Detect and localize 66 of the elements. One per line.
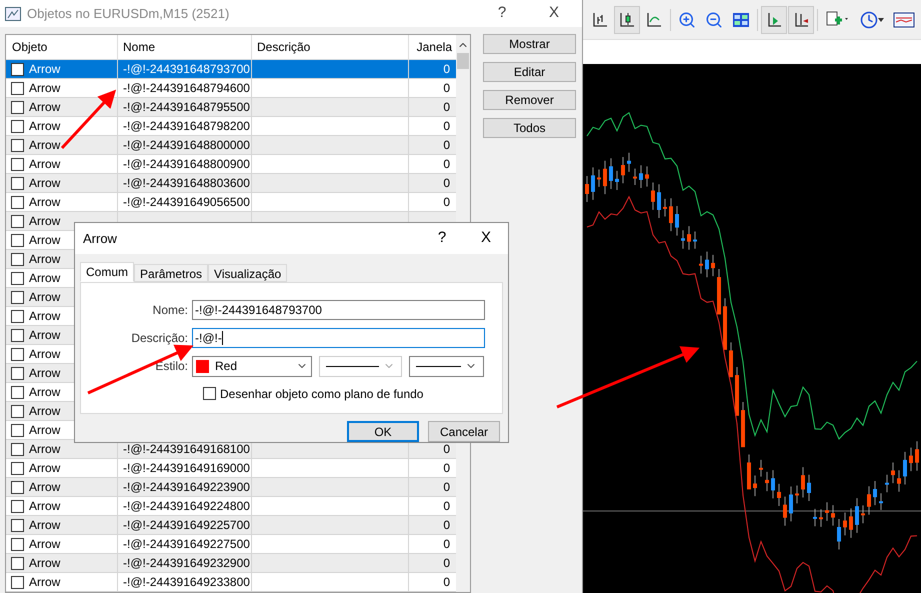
table-cell-text: -!@!-244391649056500 [123,194,250,211]
table-cell-text: Arrow [29,403,60,420]
dialog-title: Arrow [83,230,118,248]
table-cell-text: -!@!-244391649169000 [123,460,250,477]
table-cell-text: Arrow [29,80,60,97]
table-cell-text: 0 [443,460,450,477]
table-cell-text: -!@!-244391649224800 [123,498,250,515]
table-cell-text: -!@!-244391649227500 [123,536,250,553]
table-cell-text: -!@!-244391648803600 [123,175,250,192]
table-cell-text: Arrow [29,555,60,572]
table-cell-text: -!@!-244391649168100 [123,441,250,458]
table-cell-text: Arrow [29,194,60,211]
table-cell-text: -!@!-244391649223900 [123,479,250,496]
table-cell-text: Arrow [29,308,60,325]
table-cell-text: 0 [443,574,450,591]
table-cell-text: 0 [443,441,450,458]
field-label: Estilo: [154,358,189,376]
table-cell-text: Arrow [29,289,60,306]
window-title: Objetos no EURUSDm,M15 (2521) [27,4,230,23]
table-cell-text: -!@!-244391648795500 [123,99,250,116]
table-cell-text: 0 [443,517,450,534]
table-cell-text: 0 [443,536,450,553]
table-cell-text: -!@!-244391648798200 [123,118,250,135]
table-cell-text: Arrow [29,517,60,534]
field-label: Descrição: [130,330,189,347]
table-cell-text: 0 [443,118,450,135]
table-cell-text: Arrow [29,118,60,135]
table-cell-text: Arrow [29,346,60,363]
table-cell-text: Arrow [29,574,60,591]
table-cell-text: 0 [443,99,450,116]
table-cell-text: Arrow [29,479,60,496]
checkbox-label: Desenhar objeto como plano de fundo [220,386,424,403]
table-cell-text: 0 [443,137,450,154]
table-cell-text: -!@!-244391648793700 [123,61,250,78]
table-cell-text: Arrow [29,175,60,192]
table-cell-text: Arrow [29,365,60,382]
table-cell-text: Arrow [29,137,60,154]
table-cell-text: Arrow [29,232,60,249]
table-cell-text: 0 [443,61,450,78]
table-cell-text: Arrow [29,99,60,116]
table-cell-text: 0 [443,555,450,572]
table-cell-text: -!@!-244391649233800 [123,574,250,591]
table-cell-text: 0 [443,175,450,192]
table-cell-text: Arrow [29,441,60,458]
table-cell-text: -!@!-244391648794600 [123,80,250,97]
table-cell-text: Arrow [29,327,60,344]
table-cell-text: Arrow [29,61,60,78]
table-cell-text: Arrow [29,460,60,477]
field-label: Nome: [152,302,189,319]
table-cell-text: 0 [443,80,450,97]
table-cell-text: Arrow [29,384,60,401]
table-cell-text: Arrow [29,422,60,439]
table-cell-text: 0 [443,479,450,496]
table-cell-text: Arrow [29,251,60,268]
table-cell-text: 0 [443,498,450,515]
table-cell-text: Arrow [29,156,60,173]
table-cell-text: -!@!-244391648800900 [123,156,250,173]
table-cell-text: 0 [443,194,450,211]
table-cell-text: Arrow [29,498,60,515]
table-cell-text: -!@!-244391649232900 [123,555,250,572]
table-cell-text: -!@!-244391649225700 [123,517,250,534]
table-cell-text: Arrow [29,536,60,553]
table-cell-text: Arrow [29,270,60,287]
table-cell-text: Arrow [29,213,60,230]
table-cell-text: 0 [443,156,450,173]
table-cell-text: -!@!-244391648800000 [123,137,250,154]
